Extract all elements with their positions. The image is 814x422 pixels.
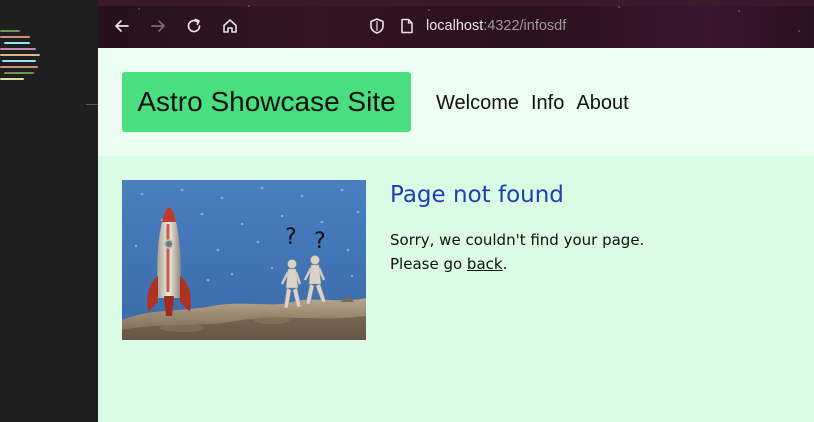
- home-icon: [223, 19, 237, 33]
- url-bar[interactable]: localhost:4322/infosdf: [368, 12, 808, 40]
- nav-link-welcome[interactable]: Welcome: [436, 92, 519, 115]
- site-brand[interactable]: Astro Showcase Site: [122, 72, 411, 132]
- forward-button[interactable]: [148, 16, 168, 36]
- url-path: :4322/infosdf: [483, 18, 567, 34]
- site-nav: Welcome Info About: [436, 92, 629, 115]
- forward-arrow-icon: [151, 20, 165, 32]
- page-viewport: Astro Showcase Site Welcome Info About ?…: [98, 48, 814, 422]
- go-back-text: Please go: [390, 255, 467, 273]
- reload-button[interactable]: [184, 16, 204, 36]
- period-text: .: [502, 255, 508, 273]
- nav-link-about[interactable]: About: [576, 92, 628, 115]
- browser-toolbar: localhost:4322/infosdf: [98, 0, 814, 48]
- shield-icon[interactable]: [368, 17, 386, 35]
- nav-link-info[interactable]: Info: [531, 92, 564, 115]
- home-button[interactable]: [220, 16, 240, 36]
- not-found-line-2: Please go back.: [390, 252, 644, 276]
- not-found-message: Sorry, we couldn't find your page. Pleas…: [390, 228, 644, 276]
- code-editor-panel: [0, 0, 98, 422]
- question-mark-1: ?: [285, 225, 297, 250]
- reload-icon: [187, 18, 201, 33]
- url-text[interactable]: localhost:4322/infosdf: [426, 18, 566, 34]
- page-icon[interactable]: [400, 18, 414, 34]
- not-found-line-1: Sorry, we couldn't find your page.: [390, 231, 645, 249]
- page-title: Page not found: [390, 182, 564, 208]
- back-arrow-icon: [115, 20, 129, 32]
- site-header: Astro Showcase Site Welcome Info About: [98, 48, 814, 156]
- lost-astronauts-image: ? ?: [122, 180, 366, 340]
- question-mark-2: ?: [314, 229, 326, 254]
- browser-window: localhost:4322/infosdf Astro Showcase Si…: [98, 0, 814, 422]
- url-host: localhost: [426, 18, 484, 34]
- back-button[interactable]: [112, 16, 132, 36]
- back-link[interactable]: back: [467, 255, 503, 273]
